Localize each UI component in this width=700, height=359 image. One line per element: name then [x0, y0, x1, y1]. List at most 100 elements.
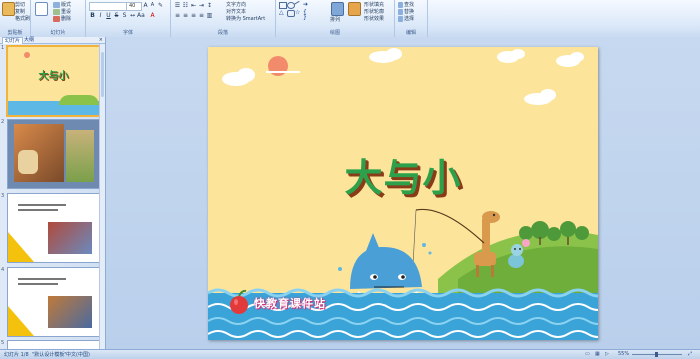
align-center-icon[interactable]: ≡ — [182, 12, 189, 19]
font-name-field[interactable] — [89, 2, 127, 11]
thumb-number: 2 — [1, 119, 5, 125]
new-slide-icon[interactable] — [35, 2, 48, 16]
shape-fill-label: 形状填充 — [364, 2, 385, 8]
strikethrough-icon[interactable]: S — [113, 12, 120, 19]
decrease-indent-icon[interactable]: ⇤ — [190, 2, 197, 9]
columns-icon[interactable]: ▥ — [206, 12, 213, 19]
align-left-icon[interactable]: ≡ — [174, 12, 181, 19]
justify-icon[interactable]: ≡ — [198, 12, 205, 19]
format-painter-button[interactable]: 格式刷 — [15, 15, 30, 22]
arrow-shape-icon[interactable]: ➔ — [303, 2, 309, 8]
select-button[interactable]: 选择 — [398, 15, 414, 22]
reset-button[interactable]: 重设 — [53, 8, 71, 15]
text-direction-button[interactable]: 文字方向 — [226, 1, 246, 8]
slide-canvas[interactable]: 大与小 快教育课件站 — [208, 47, 598, 340]
slide-thumbnail-2[interactable] — [7, 119, 100, 189]
align-right-icon[interactable]: ≡ — [190, 12, 197, 19]
thumb-title: 大与小 — [38, 71, 69, 82]
slideshow-view-icon[interactable]: ▷ — [605, 351, 609, 357]
copy-button[interactable]: 复制 — [15, 8, 25, 15]
delete-button[interactable]: 删除 — [53, 15, 71, 22]
cut-label: 剪切 — [15, 2, 26, 8]
grow-font-icon[interactable]: A — [142, 2, 149, 9]
numbering-icon[interactable]: ☷ — [182, 2, 189, 9]
cloud — [369, 48, 402, 63]
shape-fill-button[interactable]: 形状填充 — [364, 1, 384, 8]
replace-label: 替换 — [404, 9, 415, 15]
thumb-image — [66, 130, 94, 182]
font-color-icon[interactable]: A — [149, 12, 156, 19]
balloon — [522, 239, 530, 247]
panel-scrollbar[interactable] — [99, 44, 105, 349]
arrange-button[interactable]: 排列 — [330, 16, 340, 23]
shapes-gallery[interactable]: ➔ △ ☆ { } — [279, 0, 323, 22]
slide-index: 幻灯片 1/8 — [4, 352, 29, 358]
align-text-button[interactable]: 对齐文本 — [226, 8, 246, 15]
rounded-rect-shape-icon[interactable] — [287, 10, 295, 17]
replace-button[interactable]: 替换 — [398, 8, 414, 15]
find-button[interactable]: 查找 — [398, 1, 414, 8]
brace-shape-icon[interactable]: { } — [303, 10, 309, 21]
normal-view-icon[interactable]: ▭ — [585, 351, 590, 357]
shadow-icon[interactable]: S — [121, 12, 128, 19]
clear-format-icon[interactable]: ✎ — [157, 2, 164, 9]
select-label: 选择 — [404, 16, 415, 22]
drawing-group: ➔ △ ☆ { } 排列 形状填充 形状轮廓 形状效果 绘图 — [276, 0, 395, 37]
sorter-view-icon[interactable]: ▦ — [595, 351, 600, 357]
slide-title[interactable]: 大与小 — [208, 147, 598, 202]
thumb-image — [48, 296, 92, 328]
language: 中文(中国) — [66, 352, 90, 358]
increase-indent-icon[interactable]: ⇥ — [198, 2, 205, 9]
thumb-image — [48, 222, 92, 254]
thumb-text-line — [18, 283, 58, 285]
layout-button[interactable]: 版式 — [53, 1, 71, 8]
shape-outline-button[interactable]: 形状轮廓 — [364, 8, 384, 15]
line-shape-icon[interactable] — [293, 0, 303, 10]
layout-label: 版式 — [61, 2, 72, 8]
line-spacing-icon[interactable]: ↕ — [206, 2, 213, 9]
zoom-slider-thumb[interactable] — [655, 352, 658, 357]
bold-icon[interactable]: B — [89, 12, 96, 19]
find-label: 查找 — [404, 2, 415, 8]
thumb-number: 1 — [1, 45, 5, 51]
underline-icon[interactable]: U — [105, 12, 112, 19]
italic-icon[interactable]: I — [97, 12, 104, 19]
reset-icon — [53, 8, 60, 15]
shrink-font-icon[interactable]: A — [149, 2, 156, 9]
slide-thumbnail-3[interactable] — [7, 193, 100, 263]
slide-thumbnail-4[interactable] — [7, 267, 100, 337]
rectangle-shape-icon[interactable] — [279, 2, 287, 9]
font-size-field[interactable]: 40 — [126, 2, 142, 11]
thumb-number: 3 — [1, 193, 5, 199]
font-group: 40 A A ✎ B I U S S ↔ Aa A 字体 — [86, 0, 171, 37]
tab-outline[interactable]: 大纲 — [22, 37, 36, 43]
slide-thumbnail-1[interactable]: 大与小 — [6, 45, 101, 117]
arrange-icon[interactable] — [331, 2, 344, 16]
drawing-group-label: 绘图 — [329, 30, 340, 36]
smartart-button[interactable]: 转换为 SmartArt — [226, 15, 265, 22]
close-icon[interactable]: × — [99, 37, 103, 43]
paste-icon[interactable] — [2, 2, 15, 16]
tab-slides[interactable]: 幻灯片 — [2, 37, 24, 44]
star-shape-icon[interactable]: ☆ — [295, 10, 301, 16]
triangle-shape-icon[interactable]: △ — [279, 10, 285, 16]
fishing-rod — [415, 208, 485, 244]
bullets-icon[interactable]: ☰ — [174, 2, 181, 9]
change-case-icon[interactable]: Aa — [137, 12, 145, 19]
delete-icon — [53, 15, 60, 22]
quick-styles-icon[interactable] — [348, 2, 361, 16]
cloud — [556, 52, 584, 67]
slide-editing-area: 大与小 快教育课件站 — [106, 37, 700, 349]
shape-effects-button[interactable]: 形状效果 — [364, 15, 384, 22]
zoom-level[interactable]: 55% — [618, 351, 629, 357]
cut-button[interactable]: 剪切 — [15, 1, 25, 8]
paragraph-group-label: 段落 — [217, 30, 228, 36]
thumb-text-line — [18, 204, 66, 206]
reset-label: 重设 — [61, 9, 72, 15]
font-group-label: 字体 — [122, 30, 133, 36]
panel-scroll-thumb[interactable] — [101, 52, 104, 97]
format-painter-label: 格式刷 — [15, 16, 31, 22]
editing-group: 查找 替换 选择 编辑 — [395, 0, 428, 37]
fit-window-icon[interactable]: ⤢ — [688, 351, 692, 357]
spacing-icon[interactable]: ↔ — [129, 12, 136, 19]
